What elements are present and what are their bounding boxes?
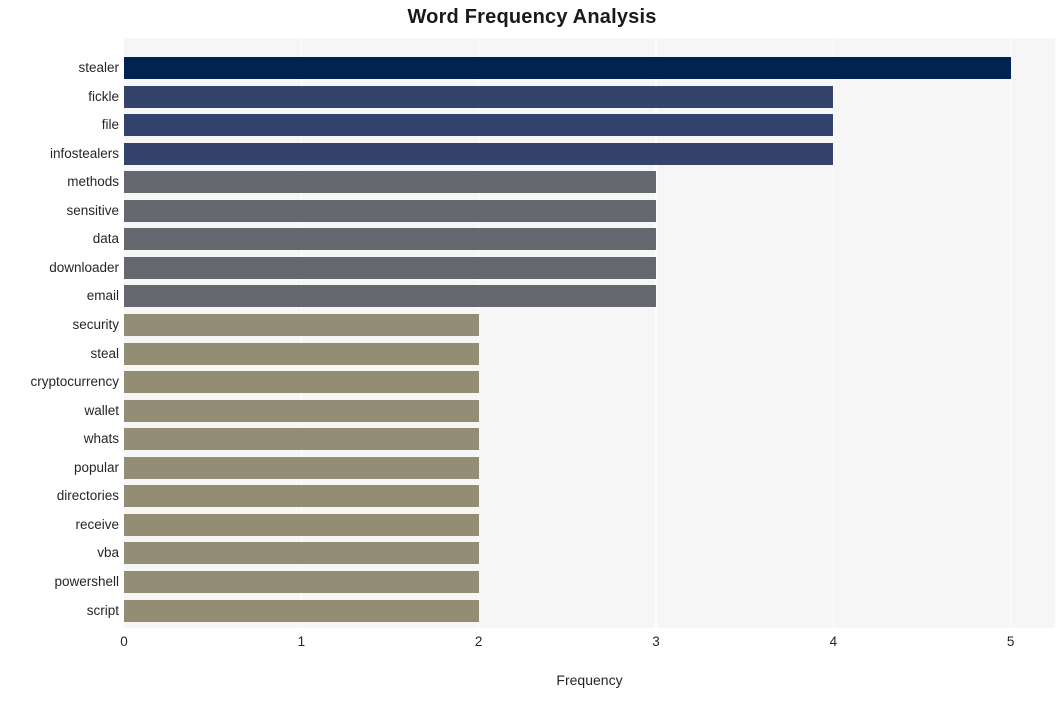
- chart-figure: Word Frequency Analysis stealer fickle fil…: [0, 0, 1064, 701]
- x-tick-label: 3: [652, 634, 660, 649]
- x-tick-label: 0: [120, 634, 128, 649]
- bar: [124, 228, 656, 251]
- y-tick-label: methods: [67, 174, 119, 190]
- y-tick-label: email: [86, 288, 119, 304]
- y-tick-label: receive: [75, 516, 119, 532]
- y-tick-label: vba: [97, 545, 119, 561]
- y-tick-label: directories: [56, 488, 119, 504]
- y-tick-label: stealer: [78, 60, 119, 75]
- gridline-x-5: [1009, 38, 1012, 628]
- y-tick-label: wallet: [84, 402, 119, 418]
- y-tick-label: sensitive: [66, 202, 119, 218]
- bar: [124, 456, 479, 479]
- bar: [124, 542, 479, 565]
- bar: [124, 57, 1011, 79]
- y-tick-label: file: [101, 117, 119, 133]
- x-axis-tick-labels: 0 1 2 3 4 5: [0, 634, 1064, 656]
- bar: [124, 171, 656, 194]
- bar: [124, 571, 479, 594]
- x-tick-label: 4: [829, 634, 838, 649]
- x-axis-label: Frequency: [556, 672, 623, 688]
- bar: [124, 342, 479, 365]
- bar: [124, 256, 656, 279]
- bar: [124, 485, 479, 508]
- y-tick-label: powershell: [54, 574, 119, 590]
- y-axis-tick-labels: stealer fickle file infostealers methods sens…: [0, 38, 124, 628]
- y-tick-label: whats: [83, 431, 119, 447]
- y-tick-label: downloader: [49, 259, 119, 275]
- bar: [124, 371, 479, 394]
- y-tick-label: security: [72, 317, 119, 333]
- bar: [124, 85, 834, 108]
- y-tick-label: data: [92, 231, 119, 247]
- bar: [124, 399, 479, 422]
- bar: [124, 285, 656, 308]
- bar: [124, 114, 834, 137]
- x-tick-label: 5: [1006, 634, 1015, 649]
- bar: [124, 314, 479, 337]
- bar: [124, 199, 656, 222]
- bar: [124, 599, 479, 622]
- y-tick-label: steal: [90, 345, 119, 361]
- plot-area: [124, 38, 1055, 628]
- y-tick-label: fickle: [88, 88, 119, 104]
- bar: [124, 513, 479, 536]
- bar: [124, 142, 834, 165]
- x-tick-label: 1: [297, 634, 306, 649]
- bar: [124, 428, 479, 451]
- chart-title: Word Frequency Analysis: [407, 6, 657, 28]
- y-tick-label: cryptocurrency: [30, 374, 119, 390]
- y-tick-label: popular: [73, 459, 119, 475]
- y-tick-label: script: [86, 602, 119, 618]
- y-tick-label: infostealers: [49, 145, 119, 161]
- x-tick-label: 2: [474, 634, 483, 649]
